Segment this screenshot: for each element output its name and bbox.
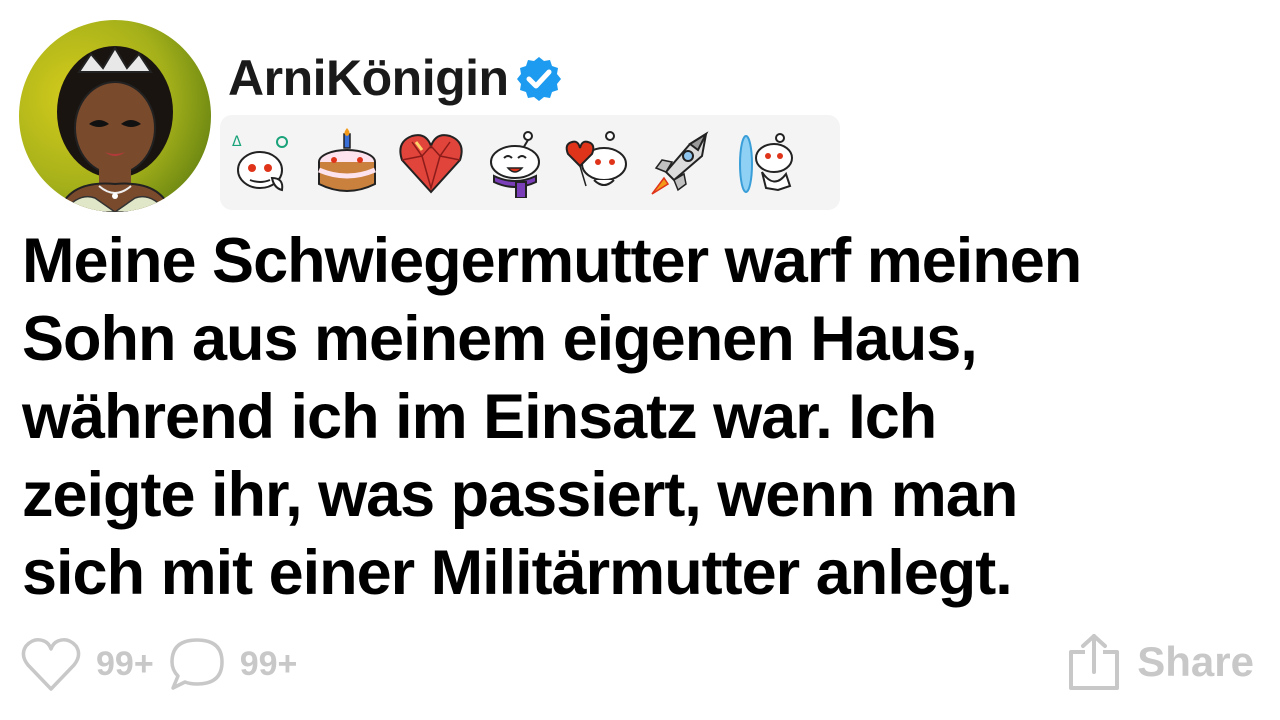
like-button[interactable]: 99+ [20, 635, 154, 693]
share-button[interactable]: Share [1065, 630, 1254, 694]
verified-badge-icon [515, 55, 563, 103]
post-title: Meine Schwiegermutter warf meinen Sohn a… [22, 226, 1082, 608]
avatar[interactable] [19, 20, 211, 212]
snoo-thinking-icon[interactable]: Δ [228, 124, 298, 202]
share-label: Share [1137, 638, 1254, 685]
comment-bubble-icon [169, 638, 224, 690]
snoo-heart-balloon-icon[interactable] [564, 124, 634, 202]
share-icon [1069, 634, 1120, 690]
post-card: ArniKönigin Δ Meine Schwiegermutter warf… [0, 0, 1280, 720]
award-badges: Δ [220, 115, 840, 210]
snoo-scarf-icon[interactable] [480, 124, 550, 202]
svg-text:Δ: Δ [232, 134, 242, 150]
ruby-heart-icon[interactable] [396, 124, 466, 202]
heart-icon [21, 638, 81, 691]
username[interactable]: ArniKönigin [228, 49, 509, 107]
comment-button[interactable]: 99+ [168, 636, 298, 692]
action-bar: 99+ 99+ [20, 634, 311, 694]
like-count: 99+ [96, 644, 154, 683]
rocket-icon[interactable] [648, 124, 718, 202]
comment-count: 99+ [239, 644, 298, 683]
birthday-cake-icon[interactable] [312, 124, 382, 202]
username-row: ArniKönigin [228, 46, 563, 110]
snoo-portal-icon[interactable] [732, 124, 802, 202]
avatar-image [19, 20, 211, 212]
